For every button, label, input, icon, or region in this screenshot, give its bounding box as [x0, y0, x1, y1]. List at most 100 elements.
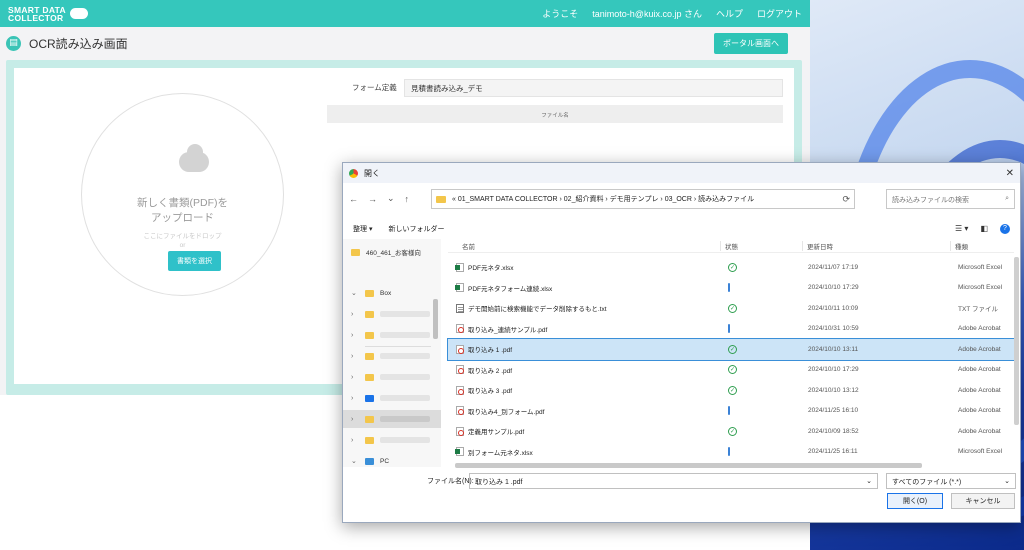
file-row[interactable]: 取り込み_連続サンプル.pdf 2024/10/31 10:59 Adobe Acr…: [448, 319, 1014, 340]
portal-button[interactable]: ポータル画面へ: [714, 32, 788, 54]
chevron-down-icon[interactable]: ⌄: [866, 477, 872, 485]
file-row[interactable]: デモ開始前に検索機能でデータ削除するもと.txt ✓ 2024/10/11 10:0…: [448, 298, 1014, 319]
filetype-select[interactable]: すべてのファイル (*.*) ⌄: [886, 473, 1016, 489]
nav-item-pc[interactable]: ⌄ PC: [343, 452, 441, 470]
nav-item-box[interactable]: ⌄ Box: [343, 284, 441, 302]
txt-file-icon: [456, 303, 464, 313]
dialog-title: 開く: [364, 168, 380, 178]
page-title: OCR読み込み画面: [29, 36, 128, 51]
help-link[interactable]: ヘルプ: [716, 7, 743, 20]
file-row[interactable]: PDF元ネタフォーム連続.xlsx 2024/10/10 17:29 Microso…: [448, 278, 1014, 299]
chevron-down-icon: ⌄: [1004, 478, 1010, 485]
column-name[interactable]: 名前: [448, 241, 720, 251]
breadcrumb: « 01_SMART DATA COLLECTOR › 02_紹介資料 › デモ…: [452, 196, 755, 203]
form-definition-label: フォーム定義: [352, 83, 397, 92]
nav-item-blurred[interactable]: ›: [343, 326, 441, 344]
app-logo[interactable]: SMART DATA COLLECTOR: [8, 5, 88, 22]
type-cell: Adobe Acrobat: [958, 345, 1001, 353]
chevron-down-icon[interactable]: ⌄: [387, 193, 395, 204]
column-type[interactable]: 種類: [950, 240, 1014, 251]
filename-label: ファイル名(N):: [427, 478, 474, 485]
pdf-file-icon: [456, 426, 464, 436]
type-cell: TXT ファイル: [958, 306, 998, 314]
help-icon[interactable]: ?: [1000, 223, 1010, 234]
folder-icon: [365, 289, 374, 297]
address-bar[interactable]: « 01_SMART DATA COLLECTOR › 02_紹介資料 › デモ…: [431, 189, 855, 209]
type-cell: Adobe Acrobat: [958, 366, 1001, 374]
horizontal-scrollbar[interactable]: [455, 463, 922, 468]
close-icon[interactable]: ✕: [1006, 168, 1014, 179]
date-cell: 2024/10/10 13:12: [808, 386, 859, 394]
column-state[interactable]: 状態: [720, 240, 802, 251]
file-name-cell: 取り込み 1 .pdf: [448, 344, 720, 354]
file-row[interactable]: 取り込み 2 .pdf ✓ 2024/10/10 17:29 Adobe Acroba…: [448, 360, 1014, 381]
dialog-toolbar: 整理 ▾ 新しいフォルダー ☰ ▾ ◧ ?: [343, 219, 1020, 238]
dialog-title-bar: 開く ✕: [343, 163, 1020, 183]
synced-check-icon: ✓: [728, 426, 737, 436]
nav-item-folder[interactable]: 460_461_お客様向: [343, 243, 441, 261]
cancel-button[interactable]: キャンセル: [951, 493, 1015, 509]
nav-item-blurred[interactable]: ›: [343, 305, 441, 323]
sync-state-cell: [720, 283, 802, 293]
upload-title: 新しく書類(PDF)を アップロード: [137, 197, 228, 224]
page-header: ▤ OCR読み込み画面 ポータル画面へ: [0, 27, 810, 59]
file-name-cell: 取り込み_連続サンプル.pdf: [448, 324, 720, 334]
preview-pane-icon[interactable]: ◧: [980, 224, 988, 233]
type-cell: Microsoft Excel: [958, 284, 1003, 292]
file-name-cell: PDF元ネタ.xlsx: [448, 262, 720, 272]
pdf-file-icon: [456, 385, 464, 395]
file-row[interactable]: 定義用サンプル.pdf ✓ 2024/10/09 18:52 Adobe Acroba…: [448, 421, 1014, 442]
nav-item-blurred[interactable]: ›: [343, 431, 441, 449]
document-icon: ▤: [6, 35, 21, 51]
folder-icon: [436, 195, 446, 203]
pdf-file-icon: [456, 406, 464, 416]
vertical-scrollbar[interactable]: [1014, 257, 1019, 425]
synced-check-icon: ✓: [728, 385, 737, 395]
nav-item-blurred[interactable]: ›: [343, 368, 441, 386]
top-nav: ようこそ tanimoto-h@kuix.co.jp さん ヘルプ ログアウト: [542, 7, 802, 20]
cloud-upload-icon: [179, 144, 209, 172]
back-arrow-icon[interactable]: ←: [349, 194, 358, 204]
file-row[interactable]: 別フォーム元ネタ.xlsx 2024/11/25 16:11 Microsoft E…: [448, 442, 1014, 463]
navigation-pane: 460_461_お客様向 ⌄ Box › › › › › › › ⌄ PC: [343, 239, 441, 467]
organize-menu[interactable]: 整理 ▾: [353, 224, 372, 234]
type-cell: Adobe Acrobat: [958, 407, 1001, 415]
xlsx-file-icon: [455, 262, 464, 272]
nav-scrollbar[interactable]: [433, 299, 438, 339]
chrome-icon: [349, 168, 358, 178]
up-arrow-icon[interactable]: ↑: [405, 194, 410, 204]
forward-arrow-icon[interactable]: →: [368, 194, 377, 204]
nav-item-blurred[interactable]: ›: [343, 347, 441, 365]
cloud-only-icon: [728, 406, 730, 416]
file-list-header: ファイル名: [327, 105, 783, 123]
nav-item-blurred[interactable]: ›: [343, 389, 441, 407]
open-button[interactable]: 開く(O): [887, 493, 943, 509]
filename-input[interactable]: 取り込み 1 .pdf ⌄: [469, 473, 878, 489]
form-definition-select[interactable]: 見積書読み込み_デモ: [404, 79, 783, 97]
column-date[interactable]: 更新日時: [802, 240, 950, 251]
pc-icon: [365, 457, 374, 465]
chevron-down-icon: ⌄: [351, 458, 357, 465]
synced-check-icon: ✓: [728, 365, 737, 375]
new-folder-button[interactable]: 新しいフォルダー: [388, 224, 444, 234]
user-name: tanimoto-h@kuix.co.jp さん: [592, 9, 702, 19]
synced-check-icon: ✓: [728, 344, 737, 354]
pdf-file-icon: [456, 324, 464, 334]
chevron-down-icon: ⌄: [351, 290, 357, 297]
file-name-cell: PDF元ネタフォーム連続.xlsx: [448, 283, 720, 293]
file-row[interactable]: PDF元ネタ.xlsx ✓ 2024/11/07 17:19 Microsoft Ex…: [448, 257, 1014, 278]
search-input[interactable]: 読み込みファイルの検索 ⌕: [886, 189, 1015, 209]
type-cell: Microsoft Excel: [958, 448, 1003, 456]
file-row[interactable]: 取り込み 3 .pdf ✓ 2024/10/10 13:12 Adobe Acroba…: [448, 380, 1014, 401]
select-document-button[interactable]: 書類を選択: [168, 251, 221, 271]
xlsx-file-icon: [455, 447, 464, 457]
refresh-icon[interactable]: ⟳: [842, 194, 850, 205]
file-row[interactable]: 取り込み4_別フォーム.pdf 2024/11/25 16:10 Adobe Acr…: [448, 401, 1014, 422]
file-row[interactable]: 取り込み 1 .pdf ✓ 2024/10/10 13:11 Adobe Acroba…: [447, 338, 1015, 361]
nav-item-selected[interactable]: ›: [343, 410, 441, 428]
logout-link[interactable]: ログアウト: [757, 7, 802, 20]
type-cell: Adobe Acrobat: [958, 386, 1001, 394]
sync-state-cell: [720, 324, 802, 334]
file-list: 名前 状態 更新日時 種類 PDF元ネタ.xlsx ✓ 2024/11/07 17:…: [447, 239, 1015, 463]
view-menu-icon[interactable]: ☰ ▾: [955, 224, 968, 233]
